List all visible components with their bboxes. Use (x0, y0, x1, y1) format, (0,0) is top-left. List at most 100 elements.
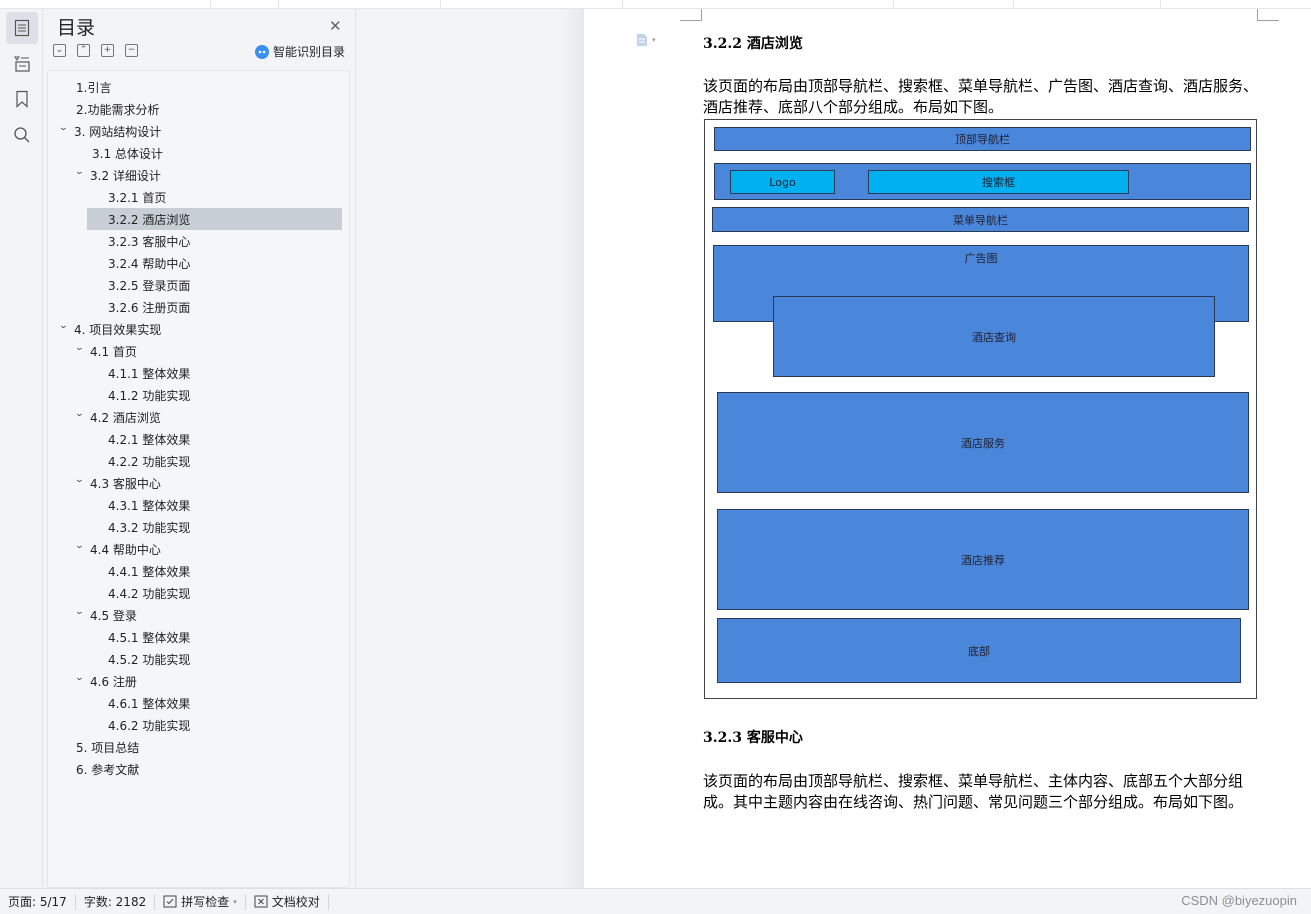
toc-item[interactable]: ⌄ 4.4 帮助中心 (75, 538, 161, 560)
toc-item[interactable]: 1.引言 (76, 76, 111, 98)
diagram-label: 底部 (968, 644, 990, 658)
chevron-up-icon: ⌃ (79, 45, 88, 55)
chevron-down-icon[interactable]: ⌄ (75, 475, 88, 485)
chevron-down-icon[interactable]: ⌄ (75, 607, 88, 617)
smart-recognize-toc-button[interactable]: 智能识别目录 (255, 43, 345, 60)
spell-check-label: 拼写检查 (181, 895, 230, 909)
toc-item[interactable]: 3.2.5 登录页面 (108, 274, 190, 296)
navigation-panel-button[interactable] (6, 47, 38, 79)
toc-item[interactable]: 4.5.2 功能实现 (108, 648, 190, 670)
toc-item[interactable]: 3.2.2 酒店浏览 (87, 208, 342, 230)
toc-item-label: 4.1.1 整体效果 (108, 366, 191, 381)
diagram-top-nav: 顶部导航栏 (714, 127, 1251, 151)
toc-item[interactable]: 3.1 总体设计 (92, 142, 163, 164)
bookmark-panel-button[interactable] (6, 83, 38, 115)
diagram-label: 搜索框 (982, 176, 1015, 189)
paragraph-menu-button[interactable]: ▾ (636, 33, 656, 47)
chevron-down-icon[interactable]: ⌄ (75, 409, 88, 419)
collapse-button[interactable]: ⌄ (53, 44, 66, 57)
toc-item-label: 4.4.1 整体效果 (108, 564, 191, 579)
toc-panel-button[interactable] (6, 12, 38, 44)
toc-item-label: 4.3 客服中心 (90, 476, 161, 491)
toc-item-label: 3.2.4 帮助中心 (108, 256, 191, 271)
chevron-down-icon[interactable]: ⌄ (75, 167, 88, 177)
diagram-label: 酒店服务 (961, 436, 1005, 450)
toc-item-label: 4.3.2 功能实现 (108, 520, 191, 535)
toc-item[interactable]: ⌄ 4.6 注册 (75, 670, 137, 692)
toc-item-label: 4.4.2 功能实现 (108, 586, 191, 601)
toc-item[interactable]: ⌄ 4. 项目效果实现 (59, 318, 162, 340)
toc-item[interactable]: 4.2.2 功能实现 (108, 450, 190, 472)
toc-item[interactable]: ⌄ 3.2 详细设计 (75, 164, 161, 186)
search-panel-button[interactable] (6, 119, 38, 151)
toc-item-label: 1.引言 (76, 80, 112, 95)
word-count[interactable]: 字数: 2182 (76, 893, 156, 910)
expand-button[interactable]: ⌃ (77, 44, 90, 57)
toc-item-label: 3.2.6 注册页面 (108, 300, 191, 315)
toc-item-label: 4.6.1 整体效果 (108, 696, 191, 711)
toc-item-label: 3.2.2 酒店浏览 (108, 212, 191, 227)
chevron-down-icon[interactable]: ⌄ (75, 673, 88, 683)
toc-item[interactable]: 4.5.1 整体效果 (108, 626, 190, 648)
toc-item[interactable]: 5. 项目总结 (76, 736, 139, 758)
toc-item[interactable]: ⌄ 4.5 登录 (75, 604, 137, 626)
structure-icon (14, 56, 30, 72)
toolbar-divider (440, 0, 441, 8)
section-heading: 3.2.2 酒店浏览 (703, 36, 803, 52)
page-corner-mark (1257, 9, 1279, 21)
toc-item[interactable]: 3.2.1 首页 (108, 186, 166, 208)
diagram-menu-nav: 菜单导航栏 (712, 207, 1249, 232)
spell-check-button[interactable]: 拼写检查 ▾ (155, 893, 246, 910)
toc-item[interactable]: 4.3.1 整体效果 (108, 494, 190, 516)
chevron-down-icon[interactable]: ⌄ (75, 343, 88, 353)
toc-item-label: 3.1 总体设计 (92, 146, 163, 161)
toc-item[interactable]: ⌄ 4.3 客服中心 (75, 472, 161, 494)
toc-item[interactable]: ⌄ 4.1 首页 (75, 340, 137, 362)
toc-panel: 目录 ✕ ⌄ ⌃ + − 智能识别目录 1.引言 2.功能需求分析 ⌄ 3. 网站结构… (44, 9, 356, 888)
toc-item-label: 4.2.2 功能实现 (108, 454, 191, 469)
toc-item[interactable]: 3.2.6 注册页面 (108, 296, 190, 318)
close-icon[interactable]: ✕ (329, 17, 342, 35)
toc-item[interactable]: 4.4.2 功能实现 (108, 582, 190, 604)
toc-item[interactable]: 6. 参考文献 (76, 758, 139, 780)
toc-item[interactable]: 2.功能需求分析 (76, 98, 159, 120)
toc-item[interactable]: 4.6.1 整体效果 (108, 692, 190, 714)
diagram-label: Logo (769, 175, 796, 189)
search-icon (14, 127, 30, 143)
outline-icon (14, 19, 30, 37)
toc-item[interactable]: 4.1.2 功能实现 (108, 384, 190, 406)
dropdown-caret-icon: ▾ (233, 897, 237, 906)
toc-item-label: 2.功能需求分析 (76, 102, 160, 117)
toc-item-label: 4. 项目效果实现 (74, 322, 162, 337)
toc-item[interactable]: 3.2.4 帮助中心 (108, 252, 190, 274)
chevron-down-icon[interactable]: ⌄ (75, 541, 88, 551)
proofread-label: 文档校对 (271, 895, 320, 909)
section-paragraph: 该页面的布局由顶部导航栏、搜索框、菜单导航栏、广告图、酒店查询、酒店服务、酒店推… (703, 77, 1259, 116)
toc-item-label: 4.6.2 功能实现 (108, 718, 191, 733)
toc-title: 目录 (57, 17, 96, 39)
toc-item[interactable]: 4.6.2 功能实现 (108, 714, 190, 736)
diagram-label: 菜单导航栏 (953, 213, 1008, 227)
side-icon-rail (0, 9, 43, 888)
toc-item-label: 4.1.2 功能实现 (108, 388, 191, 403)
add-level-button[interactable]: + (101, 44, 114, 57)
diagram-label: 顶部导航栏 (955, 133, 1010, 146)
toc-item[interactable]: 4.2.1 整体效果 (108, 428, 190, 450)
diagram-search: 搜索框 (868, 170, 1129, 194)
toc-item-label: 4.1 首页 (90, 344, 137, 359)
toc-item-label: 3.2.1 首页 (108, 190, 167, 205)
proofread-button[interactable]: 文档校对 (246, 893, 329, 910)
chevron-down-icon: ⌄ (55, 45, 64, 55)
diagram-hotel-query: 酒店查询 (773, 296, 1215, 377)
toc-item[interactable]: ⌄ 4.2 酒店浏览 (75, 406, 161, 428)
remove-level-button[interactable]: − (125, 44, 138, 57)
toc-item[interactable]: 4.3.2 功能实现 (108, 516, 190, 538)
toc-item[interactable]: 3.2.3 客服中心 (108, 230, 190, 252)
chevron-down-icon[interactable]: ⌄ (59, 321, 72, 331)
toolbar-divider (278, 0, 279, 8)
chevron-down-icon[interactable]: ⌄ (59, 123, 72, 133)
toc-item[interactable]: 4.1.1 整体效果 (108, 362, 190, 384)
page-indicator[interactable]: 页面: 5/17 (0, 893, 76, 910)
toc-item[interactable]: ⌄ 3. 网站结构设计 (59, 120, 162, 142)
toc-item[interactable]: 4.4.1 整体效果 (108, 560, 190, 582)
